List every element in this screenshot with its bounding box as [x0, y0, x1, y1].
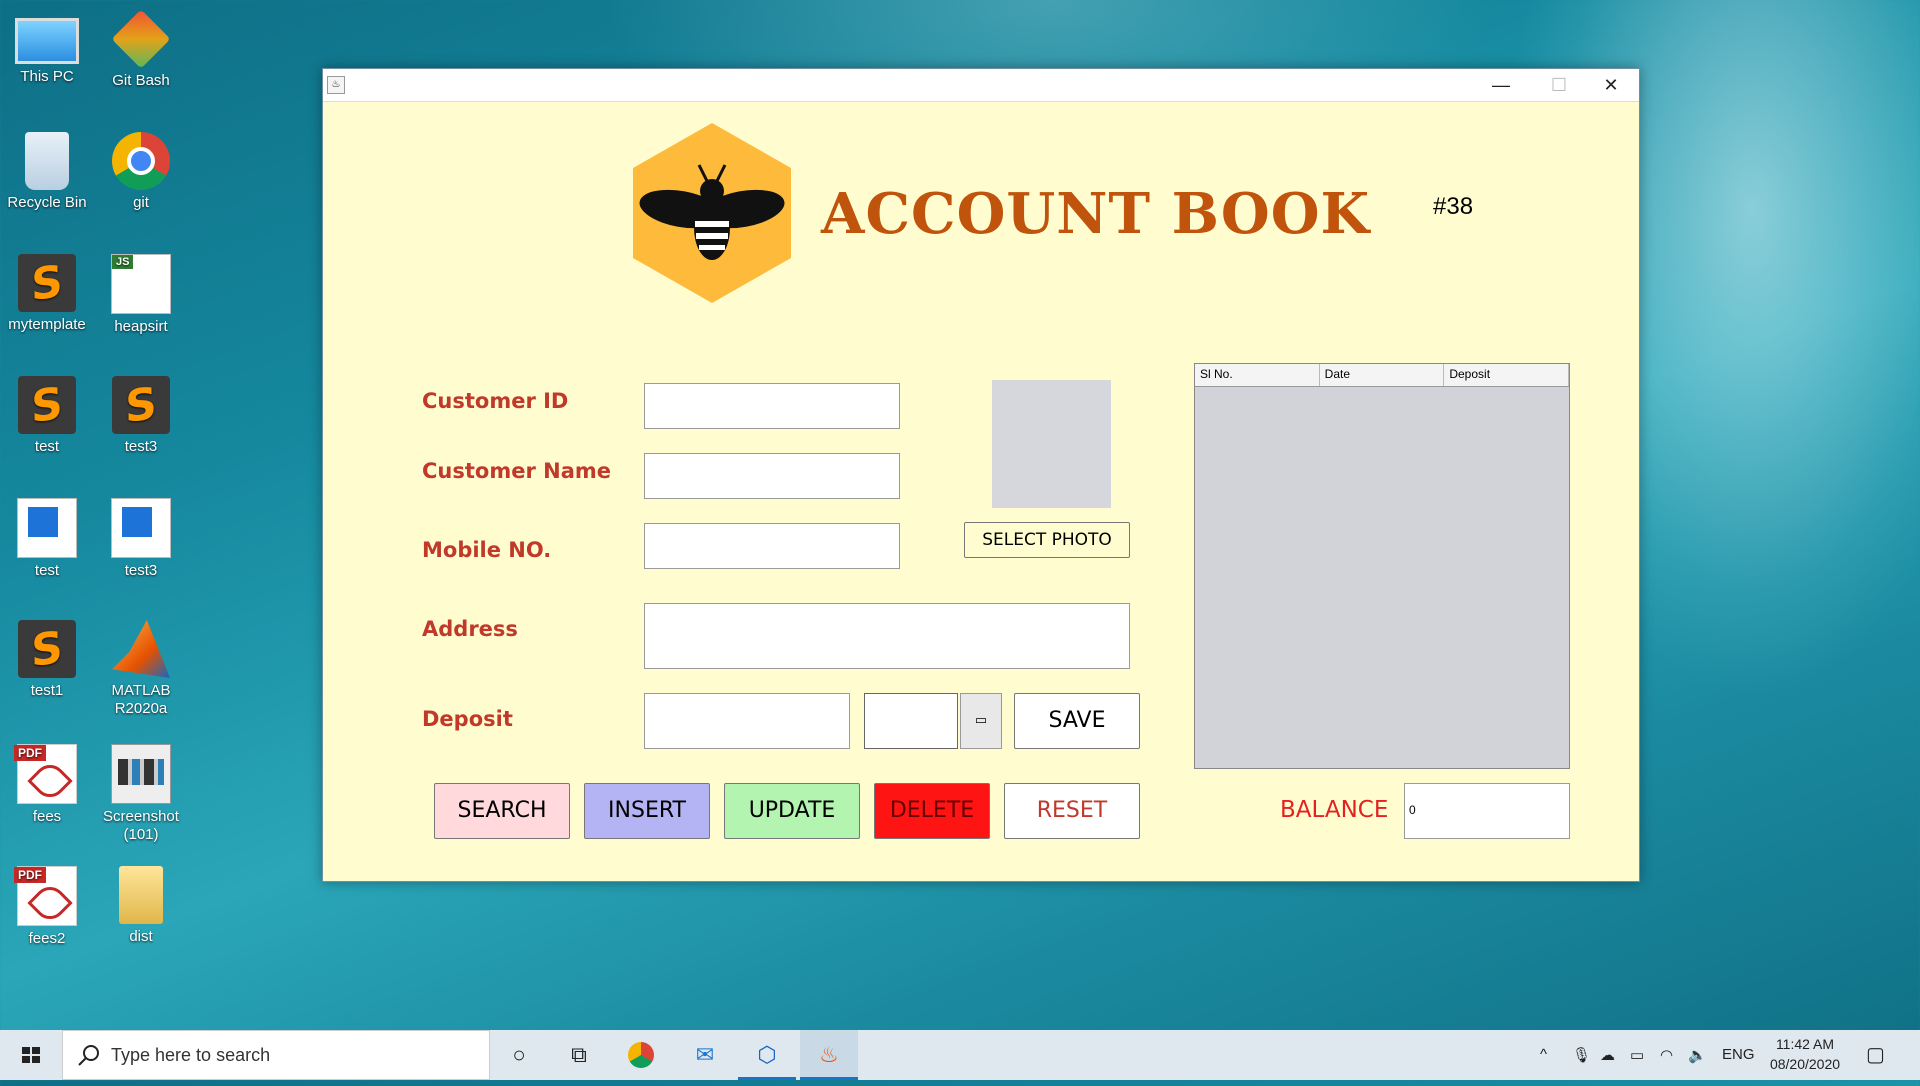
desktop-icon-mytemplate[interactable]: mytemplate [2, 254, 92, 334]
language-indicator[interactable]: ENG [1722, 1046, 1755, 1063]
task-view-icon[interactable]: ⧉ [550, 1030, 608, 1080]
balance-field[interactable]: 0 [1404, 783, 1570, 839]
java-app-icon: ♨ [327, 76, 345, 94]
sublime-icon [18, 254, 76, 312]
microphone-icon[interactable]: 🎙 [1572, 1046, 1591, 1064]
chrome-taskbar-icon[interactable] [612, 1030, 670, 1080]
mail-icon[interactable]: ✉ [676, 1030, 734, 1080]
customer-name-input[interactable] [644, 453, 900, 499]
desktop-icon-screenshot[interactable]: Screenshot (101) [96, 744, 186, 844]
desktop-icon-test1[interactable]: test1 [2, 620, 92, 700]
matlab-icon [112, 620, 170, 678]
address-input[interactable] [644, 603, 1130, 669]
taskbar-search-box[interactable]: Type here to search [62, 1030, 490, 1080]
photo-preview [992, 380, 1111, 508]
column-header-date[interactable]: Date [1320, 364, 1445, 386]
update-button[interactable]: UPDATE [724, 783, 860, 839]
customer-name-label: Customer Name [422, 459, 611, 483]
column-header-sl-no[interactable]: Sl No. [1195, 364, 1320, 386]
notifications-icon[interactable]: ▢ [1866, 1042, 1885, 1067]
java-taskbar-icon[interactable]: ♨ [800, 1030, 858, 1080]
mobile-input[interactable] [644, 523, 900, 569]
desktop-icon-git-bash[interactable]: Git Bash [96, 9, 186, 90]
deposit-label: Deposit [422, 707, 513, 731]
customer-id-label: Customer ID [422, 389, 569, 413]
desktop-icon-heapsirt[interactable]: JS heapsirt [96, 254, 186, 336]
calendar-button[interactable]: ▭ [960, 693, 1002, 749]
deposit-input[interactable] [644, 693, 850, 749]
windows-icon [22, 1047, 40, 1063]
bee-logo-icon [633, 123, 791, 303]
notepad-icon [17, 498, 77, 558]
taskbar: Type here to search ○ ⧉ ✉ ⬡ ♨ ^ 🎙 ☁ ▭ ◠ … [0, 1030, 1920, 1080]
recycle-bin-icon [25, 132, 69, 190]
clock[interactable]: 11:42 AM 08/20/2020 [1760, 1034, 1850, 1074]
desktop-icon-test-notepad[interactable]: test [2, 498, 92, 580]
reset-button[interactable]: RESET [1004, 783, 1140, 839]
desktop-icon-fees2[interactable]: PDF fees2 [2, 866, 92, 948]
desktop-icon-matlab[interactable]: MATLAB R2020a [96, 620, 186, 718]
mobile-label: Mobile NO. [422, 538, 552, 562]
sublime-icon [18, 376, 76, 434]
desktop-icon-fees[interactable]: PDF fees [2, 744, 92, 826]
js-file-icon: JS [111, 254, 171, 314]
minimize-button[interactable]: — [1473, 69, 1529, 101]
customer-id-input[interactable] [644, 383, 900, 429]
window-titlebar[interactable]: ♨ — ☐ ✕ [323, 69, 1639, 102]
search-icon [78, 1045, 99, 1066]
search-placeholder: Type here to search [111, 1045, 271, 1065]
desktop-icon-test3-notepad[interactable]: test3 [96, 498, 186, 580]
search-button[interactable]: SEARCH [434, 783, 570, 839]
table-header: Sl No. Date Deposit [1195, 364, 1570, 387]
select-photo-button[interactable]: SELECT PHOTO [964, 522, 1130, 558]
chevron-up-icon[interactable]: ^ [1540, 1046, 1547, 1063]
cloud-icon[interactable]: ☁ [1600, 1046, 1615, 1064]
volume-icon[interactable]: 🔈 [1688, 1046, 1707, 1064]
clock-time: 11:42 AM [1775, 1036, 1835, 1052]
chrome-icon [112, 132, 170, 190]
maximize-button[interactable]: ☐ [1531, 69, 1587, 101]
virtualbox-icon[interactable]: ⬡ [738, 1030, 796, 1080]
battery-icon[interactable]: ▭ [1630, 1046, 1644, 1064]
record-number: #38 [1433, 193, 1474, 220]
desktop-icon-this-pc[interactable]: This PC [2, 10, 92, 86]
image-icon [111, 744, 171, 804]
start-button[interactable] [0, 1030, 62, 1080]
sublime-icon [112, 376, 170, 434]
desktop-icon-test[interactable]: test [2, 376, 92, 456]
desktop-icon-test3[interactable]: test3 [96, 376, 186, 456]
address-label: Address [422, 617, 518, 641]
desktop-icon-dist[interactable]: dist [96, 866, 186, 946]
balance-label: BALANCE [1280, 797, 1389, 823]
delete-button[interactable]: DELETE [874, 783, 990, 839]
pdf-icon: PDF [14, 866, 77, 926]
wifi-icon[interactable]: ◠ [1660, 1046, 1673, 1064]
cortana-icon[interactable]: ○ [490, 1030, 548, 1080]
date-input[interactable] [864, 693, 958, 749]
save-button[interactable]: SAVE [1014, 693, 1140, 749]
calendar-icon: ▭ [974, 712, 988, 727]
insert-button[interactable]: INSERT [584, 783, 710, 839]
folder-icon [119, 866, 163, 924]
account-book-window: ♨ — ☐ ✕ ACCOUNT BOOK #38 Customer ID Cus… [322, 68, 1640, 882]
desktop-icon-git[interactable]: git [96, 132, 186, 212]
app-title: ACCOUNT BOOK [821, 181, 1371, 247]
notepad-icon [111, 498, 171, 558]
deposit-table[interactable]: Sl No. Date Deposit [1194, 363, 1570, 769]
desktop-icon-recycle-bin[interactable]: Recycle Bin [2, 132, 92, 212]
git-bash-icon [111, 9, 171, 69]
close-button[interactable]: ✕ [1583, 69, 1639, 101]
sublime-icon [18, 620, 76, 678]
clock-date: 08/20/2020 [1769, 1056, 1841, 1072]
pc-icon [15, 18, 79, 64]
pdf-icon: PDF [14, 744, 77, 804]
column-header-deposit[interactable]: Deposit [1444, 364, 1570, 386]
